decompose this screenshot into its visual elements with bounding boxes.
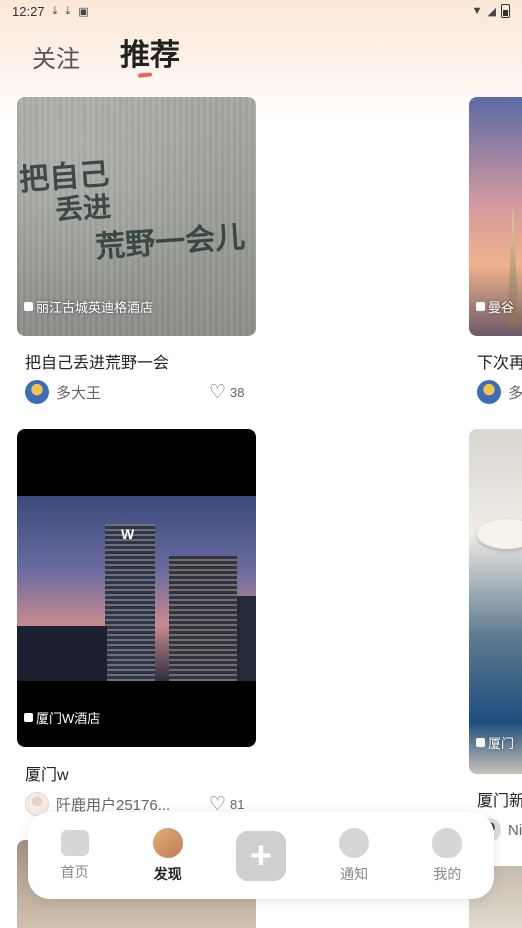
card-title[interactable]: 下次再 [477, 349, 522, 373]
hotel-photo: W [17, 496, 256, 681]
location-label: 丽江古城英迪格酒店 [36, 300, 154, 315]
like-button[interactable]: ♡ 38 [209, 383, 245, 402]
location-icon [476, 302, 485, 311]
card-image[interactable]: 把自己 丢进 荒野一会儿 丽江古城英迪格酒店 [17, 97, 256, 336]
profile-icon [432, 827, 463, 858]
tab-recommend[interactable]: 推荐 [120, 30, 180, 74]
card-author[interactable]: 多大王 [25, 380, 101, 404]
location-label: 曼谷 [488, 300, 515, 315]
location-tag[interactable]: 厦门W酒店 [24, 708, 100, 727]
app-screen: 12:27 ⤓ ⤓ ▣ ▼ ◢ 关注 推荐 把自己 丢进 荒野一会儿 丽江古城英… [0, 0, 522, 928]
location-tag[interactable]: 曼谷 [476, 297, 514, 316]
like-count: 81 [230, 797, 245, 812]
home-icon [60, 829, 89, 856]
feed-card[interactable]: 厦门 [469, 429, 522, 774]
location-tag[interactable]: 丽江古城英迪格酒店 [24, 297, 153, 316]
battery-icon [501, 4, 510, 18]
lamp-shade [477, 519, 522, 549]
app-notification-icon: ▣ [78, 5, 89, 18]
location-icon [24, 713, 33, 722]
feed-card[interactable]: 曼谷 [469, 97, 522, 336]
nav-label: 发现 [153, 865, 182, 882]
discover-icon [152, 827, 183, 858]
avatar [477, 380, 501, 404]
card-title[interactable]: 把自己丢进荒野一会 [25, 349, 169, 373]
plus-icon[interactable]: + [235, 830, 286, 881]
feed-card[interactable]: W 厦门W酒店 [17, 429, 256, 747]
download-icon: ⤓ [52, 4, 58, 17]
card-image[interactable]: 厦门 [469, 429, 522, 774]
card-title[interactable]: 厦门w [25, 761, 69, 785]
nav-profile[interactable]: 我的 [412, 827, 482, 884]
location-label: 厦门 [488, 736, 515, 751]
nav-discover[interactable]: 发现 [133, 827, 203, 884]
status-bar: 12:27 ⤓ ⤓ ▣ ▼ ◢ [0, 0, 522, 22]
location-icon [24, 302, 33, 311]
like-count: 38 [230, 385, 245, 400]
author-name: Ni [508, 821, 522, 839]
tab-follow[interactable]: 关注 [32, 39, 80, 74]
author-name: 多大王 [56, 384, 102, 402]
image-handwriting: 荒野一会儿 [94, 219, 247, 266]
card-image[interactable]: W 厦门W酒店 [17, 429, 256, 747]
hotel-logo: W [121, 526, 135, 542]
location-tag[interactable]: 厦门 [476, 733, 514, 752]
author-name: 多 [508, 384, 522, 402]
card-author[interactable]: 多 [477, 380, 522, 404]
card-image[interactable]: 曼谷 [469, 97, 522, 336]
feed-card[interactable]: 把自己 丢进 荒野一会儿 丽江古城英迪格酒店 [17, 97, 256, 336]
nav-home[interactable]: 首页 [40, 829, 110, 882]
feed-tabs: 关注 推荐 [32, 30, 180, 74]
wifi-icon: ▼ [471, 5, 483, 17]
tab-indicator [137, 72, 153, 78]
location-label: 厦门W酒店 [36, 711, 101, 726]
nav-label: 首页 [60, 863, 89, 880]
download-icon: ⤓ [65, 4, 71, 17]
bottom-navigation: 首页 发现 + 通知 我的 [28, 812, 494, 899]
nav-notifications[interactable]: 通知 [319, 827, 389, 884]
nav-label: 我的 [433, 865, 462, 882]
notification-icon [339, 827, 370, 858]
signal-icon: ◢ [487, 5, 496, 18]
location-icon [476, 738, 485, 747]
card-title[interactable]: 厦门新 [477, 787, 522, 811]
status-time: 12:27 [12, 3, 45, 19]
nav-label: 通知 [340, 865, 369, 882]
avatar [25, 380, 49, 404]
nav-create[interactable]: + [226, 830, 296, 881]
heart-icon: ♡ [209, 382, 227, 403]
